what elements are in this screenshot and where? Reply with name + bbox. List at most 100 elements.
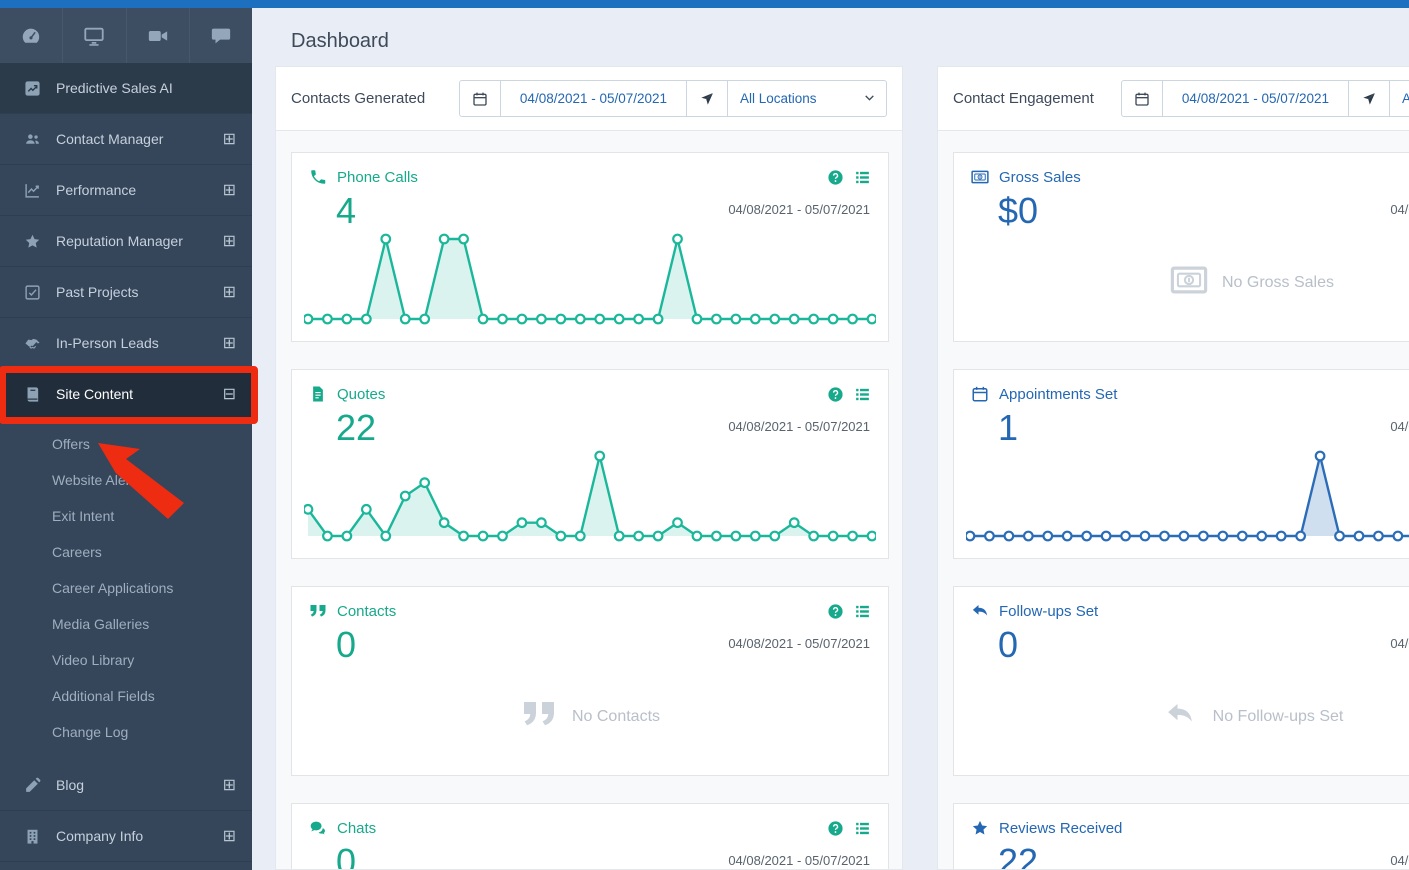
plus-square-icon[interactable]: ⊞ — [223, 282, 236, 302]
location-button[interactable] — [1349, 81, 1390, 116]
plus-square-icon[interactable]: ⊞ — [223, 180, 236, 200]
sidebar-item-performance[interactable]: Performance⊞ — [0, 165, 252, 216]
sidebar-chat-icon[interactable] — [190, 8, 252, 63]
list-icon[interactable] — [854, 386, 871, 403]
panel-title: Contact Engagement — [953, 90, 1121, 107]
card-title: Appointments Set — [999, 386, 1409, 403]
plus-square-icon[interactable]: ⊞ — [223, 775, 236, 795]
check-square-icon — [24, 284, 41, 301]
page-title: Dashboard — [291, 30, 389, 53]
quotes-icon — [520, 699, 558, 734]
plus-square-icon[interactable]: ⊞ — [223, 826, 236, 846]
reply-icon — [1161, 699, 1199, 734]
card-actions — [827, 386, 871, 403]
minus-square-icon[interactable]: ⊟ — [223, 384, 236, 404]
location-select[interactable]: All Locations — [1390, 81, 1409, 116]
sidebar-subitem-additional-fields[interactable]: Additional Fields — [0, 678, 252, 714]
building-icon — [24, 828, 41, 845]
star-icon — [971, 819, 989, 837]
card-header: Contacts — [292, 587, 888, 620]
cards-list: Phone Calls404/08/2021 - 05/07/2021Quote… — [276, 131, 902, 870]
card-date-range: 04/08/2021 - 05/07/2021 — [728, 636, 870, 651]
card-date-range: 04/08/2021 - 05/07/2021 — [728, 853, 870, 868]
card-actions — [827, 169, 871, 186]
sidebar-item-in-person-leads[interactable]: In-Person Leads⊞ — [0, 318, 252, 369]
sidebar-subitem-exit-intent[interactable]: Exit Intent — [0, 498, 252, 534]
sidebar-subitem-change-log[interactable]: Change Log — [0, 714, 252, 750]
chart-box-icon — [24, 80, 41, 97]
list-icon[interactable] — [854, 820, 871, 837]
card-date-range: 04/08/2021 - 05/07/2021 — [1390, 636, 1409, 651]
line-chart-icon — [24, 182, 41, 199]
sparkline-chart — [304, 444, 876, 550]
card-date-range: 04/08/2021 - 05/07/2021 — [1390, 853, 1409, 868]
list-icon[interactable] — [854, 603, 871, 620]
sidebar-gauge-icon[interactable] — [0, 8, 63, 63]
card-gross-sales: Gross Sales$004/08/2021 - 05/07/2021No G… — [953, 152, 1409, 342]
calendar-icon — [971, 385, 989, 403]
panel-title: Contacts Generated — [291, 90, 459, 107]
sidebar-monitor-icon[interactable] — [63, 8, 126, 63]
empty-state: No Follow-ups Set — [954, 699, 1409, 734]
sidebar: Predictive Sales AIContact Manager⊞Perfo… — [0, 8, 252, 870]
sidebar-item-reputation-manager[interactable]: Reputation Manager⊞ — [0, 216, 252, 267]
sidebar-item-contact-manager[interactable]: Contact Manager⊞ — [0, 114, 252, 165]
empty-state-text: No Gross Sales — [1222, 274, 1334, 292]
calendar-button[interactable] — [1122, 81, 1163, 116]
main-content: Dashboard Contacts Generated04/08/2021 -… — [252, 8, 1409, 870]
card-title: Chats — [337, 820, 827, 837]
card-value: 22 — [998, 841, 1409, 870]
sidebar-item-past-projects[interactable]: Past Projects⊞ — [0, 267, 252, 318]
sidebar-subitem-media-galleries[interactable]: Media Galleries — [0, 606, 252, 642]
sidebar-subitem-video-library[interactable]: Video Library — [0, 642, 252, 678]
help-circle-icon[interactable] — [827, 386, 844, 403]
sidebar-item-company-info[interactable]: Company Info⊞ — [0, 811, 252, 862]
panel-filters: 04/08/2021 - 05/07/2021 All Locations — [459, 80, 887, 117]
card-contacts: Contacts004/08/2021 - 05/07/2021No Conta… — [291, 586, 889, 776]
location-arrow-icon — [699, 91, 715, 107]
chats-icon — [309, 819, 327, 837]
plus-square-icon[interactable]: ⊞ — [223, 231, 236, 251]
plus-square-icon[interactable]: ⊞ — [223, 333, 236, 353]
reply-icon — [971, 602, 989, 620]
card-date-range: 04/08/2021 - 05/07/2021 — [1390, 419, 1409, 434]
card-value: $0 — [998, 190, 1409, 232]
panel-filters: 04/08/2021 - 05/07/2021 All Locations — [1121, 80, 1409, 117]
help-circle-icon[interactable] — [827, 169, 844, 186]
sidebar-subitem-website-alert[interactable]: Website Alert — [0, 462, 252, 498]
chevron-down-icon — [863, 91, 876, 107]
plus-square-icon[interactable]: ⊞ — [223, 129, 236, 149]
card-date-range: 04/08/2021 - 05/07/2021 — [728, 202, 870, 217]
card-date-range: 04/08/2021 - 05/07/2021 — [728, 419, 870, 434]
card-appointments-set: Appointments Set104/08/2021 - 05/07/2021 — [953, 369, 1409, 559]
location-select[interactable]: All Locations — [728, 81, 886, 116]
list-icon[interactable] — [854, 169, 871, 186]
sidebar-item-blog[interactable]: Blog⊞ — [0, 760, 252, 811]
sidebar-icon-row — [0, 8, 252, 63]
help-circle-icon[interactable] — [827, 820, 844, 837]
sidebar-item-label: Site Content — [56, 386, 223, 402]
pencil-icon — [24, 777, 41, 794]
sidebar-item-label: Blog — [56, 777, 223, 793]
sparkline-chart — [304, 227, 876, 333]
card-chats: Chats004/08/2021 - 05/07/2021 — [291, 803, 889, 870]
sidebar-item-label: Past Projects — [56, 284, 223, 300]
sidebar-video-camera-icon[interactable] — [127, 8, 190, 63]
date-range-input[interactable]: 04/08/2021 - 05/07/2021 — [1163, 81, 1349, 116]
sidebar-subitem-careers[interactable]: Careers — [0, 534, 252, 570]
sidebar-item-predictive-sales-ai[interactable]: Predictive Sales AI — [0, 63, 252, 114]
sidebar-subitem-offers[interactable]: Offers — [0, 426, 252, 462]
panel-contact-engagement: Contact Engagement04/08/2021 - 05/07/202… — [937, 66, 1409, 870]
sidebar-item-label: Contact Manager — [56, 131, 223, 147]
help-circle-icon[interactable] — [827, 603, 844, 620]
card-value: 0 — [998, 624, 1409, 666]
calendar-button[interactable] — [460, 81, 501, 116]
calendar-icon — [472, 91, 488, 107]
date-range-input[interactable]: 04/08/2021 - 05/07/2021 — [501, 81, 687, 116]
card-header: Quotes — [292, 370, 888, 403]
sidebar-item-site-content[interactable]: Site Content⊟ — [0, 369, 252, 420]
location-button[interactable] — [687, 81, 728, 116]
users-icon — [24, 131, 41, 148]
cards-list: Gross Sales$004/08/2021 - 05/07/2021No G… — [938, 131, 1409, 870]
sidebar-subitem-career-applications[interactable]: Career Applications — [0, 570, 252, 606]
